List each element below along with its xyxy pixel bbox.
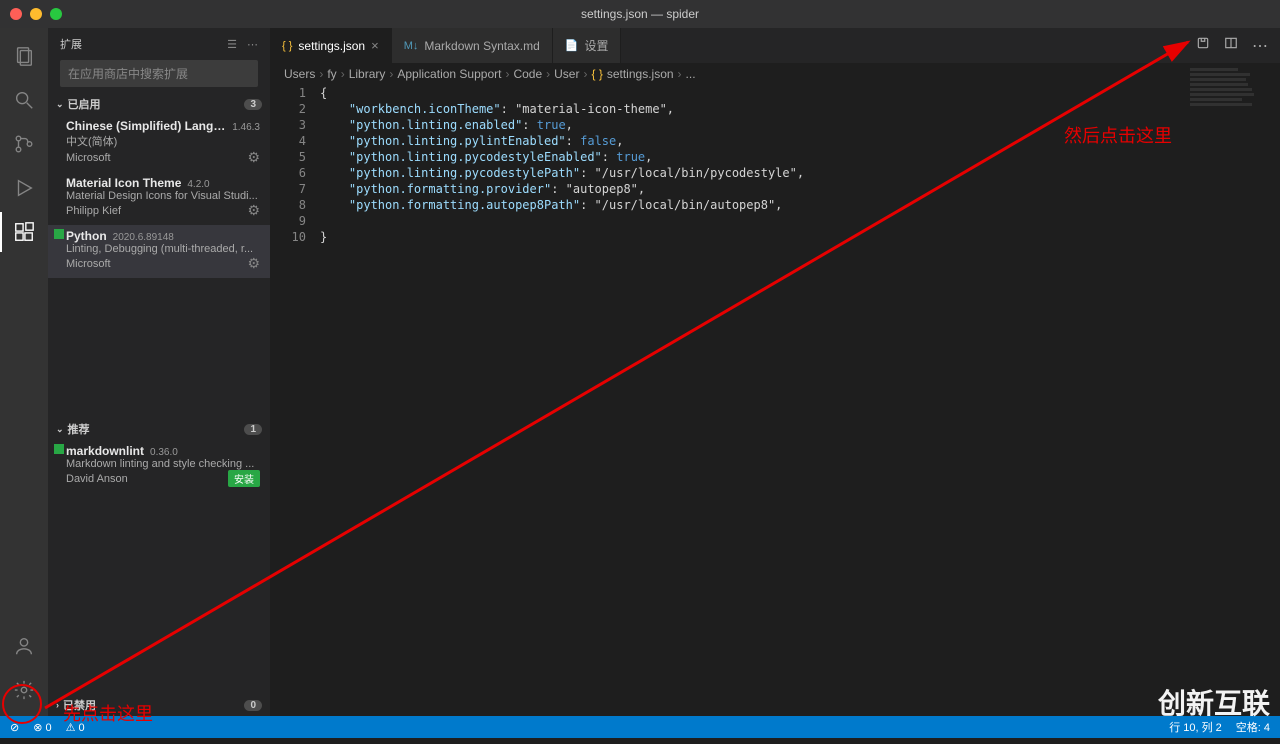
titlebar: settings.json — spider (0, 0, 1280, 28)
extension-item[interactable]: Python 2020.6.89148Linting, Debugging (mu… (48, 225, 270, 278)
extension-description: 中文(简体) (66, 133, 260, 149)
explorer-icon[interactable] (0, 36, 48, 76)
extension-version: 1.46.3 (232, 122, 260, 133)
maximize-window-icon[interactable] (50, 8, 62, 20)
extension-publisher: Philipp Kief (66, 205, 121, 217)
extension-description: Linting, Debugging (multi-threaded, r... (66, 243, 260, 255)
extension-version: 0.36.0 (150, 447, 178, 458)
chevron-down-icon: ⌄ (56, 99, 64, 110)
extension-publisher: Microsoft (66, 152, 111, 164)
chevron-right-icon: › (56, 700, 59, 710)
extension-name: Material Icon Theme (66, 176, 181, 190)
traffic-lights (0, 8, 62, 20)
breadcrumb-item[interactable]: ... (686, 67, 696, 81)
watermark: 创新互联 (1158, 682, 1270, 722)
tabs: { }settings.json×M↓Markdown Syntax.md📄设置… (270, 28, 1280, 63)
section-enabled[interactable]: ⌄ 已启用 3 (48, 93, 270, 115)
breadcrumb-item[interactable]: Code (513, 67, 542, 81)
section-recommended[interactable]: ⌄ 推荐 1 (48, 418, 270, 440)
chevron-down-icon: ⌄ (56, 424, 64, 435)
gear-icon[interactable]: ⚙ (247, 149, 260, 166)
gear-icon[interactable]: ⚙ (247, 255, 260, 272)
search-icon[interactable] (0, 80, 48, 120)
tab-settings-json[interactable]: { }settings.json× (270, 28, 392, 63)
extension-name: Python (66, 229, 107, 243)
code-editor[interactable]: { "workbench.iconTheme": "material-icon-… (320, 85, 804, 245)
extension-name: Chinese (Simplified) Langua... (66, 119, 226, 133)
minimize-window-icon[interactable] (30, 8, 42, 20)
close-tab-icon[interactable]: × (371, 38, 379, 53)
minimap[interactable] (1190, 68, 1270, 118)
extension-publisher: David Anson (66, 473, 128, 485)
sidebar: 扩展 ☰ ⋯ 在应用商店中搜索扩展 ⌄ 已启用 3 Chinese (Simpl… (48, 28, 270, 716)
breadcrumb-item[interactable]: Library (349, 67, 386, 81)
tab-Markdown-Syntax-md[interactable]: M↓Markdown Syntax.md (392, 28, 553, 63)
extension-item[interactable]: markdownlint 0.36.0Markdown linting and s… (48, 440, 270, 493)
annotation-bottom: 先点击这里 (63, 700, 153, 726)
line-numbers: 12345678910 (270, 85, 320, 245)
scm-icon[interactable] (0, 124, 48, 164)
statusbar: ⊘ ⊗ 0 ⚠ 0 行 10, 列 2 空格: 4 (0, 716, 1280, 738)
extensions-icon[interactable] (0, 212, 48, 252)
star-badge-icon (54, 444, 64, 454)
debug-icon[interactable] (0, 168, 48, 208)
breadcrumb[interactable]: Users›fy›Library›Application Support›Cod… (270, 63, 1280, 85)
set-icon: 📄 (565, 39, 579, 52)
extension-version: 4.2.0 (187, 179, 209, 190)
extension-item[interactable]: Chinese (Simplified) Langua... 1.46.3中文(简… (48, 115, 270, 172)
install-button[interactable]: 安装 (228, 470, 260, 487)
md-icon: M↓ (404, 40, 419, 52)
breadcrumb-item[interactable]: fy (327, 67, 336, 81)
split-editor-icon[interactable] (1224, 36, 1238, 55)
breadcrumb-item[interactable]: Application Support (397, 67, 501, 81)
sidebar-title: 扩展 (60, 36, 82, 52)
more-icon[interactable]: ⋯ (247, 38, 258, 51)
gear-icon[interactable]: ⚙ (247, 202, 260, 219)
tab-actions: ⋯ (1184, 28, 1280, 63)
extension-description: Material Design Icons for Visual Studi..… (66, 190, 260, 202)
extension-description: Markdown linting and style checking ... (66, 458, 260, 470)
extension-publisher: Microsoft (66, 258, 111, 270)
errors-count[interactable]: ⊗ 0 (33, 721, 51, 734)
tab--[interactable]: 📄设置 (553, 28, 622, 63)
account-icon[interactable] (0, 626, 48, 666)
close-window-icon[interactable] (10, 8, 22, 20)
sidebar-header: 扩展 ☰ ⋯ (48, 28, 270, 60)
activity-bar (0, 28, 48, 716)
extension-search-input[interactable]: 在应用商店中搜索扩展 (60, 60, 258, 87)
star-badge-icon (54, 229, 64, 239)
open-file-icon[interactable] (1196, 36, 1210, 55)
filter-icon[interactable]: ☰ (227, 38, 237, 51)
extension-version: 2020.6.89148 (113, 232, 174, 243)
json-icon: { } (282, 40, 292, 52)
breadcrumb-item[interactable]: Users (284, 67, 315, 81)
remote-icon[interactable]: ⊘ (10, 721, 19, 734)
breadcrumb-item[interactable]: User (554, 67, 579, 81)
extension-name: markdownlint (66, 444, 144, 458)
window-title: settings.json — spider (581, 7, 699, 21)
annotation-top: 然后点击这里 (1064, 122, 1172, 148)
more-actions-icon[interactable]: ⋯ (1252, 36, 1268, 56)
extension-item[interactable]: Material Icon Theme 4.2.0Material Design … (48, 172, 270, 225)
settings-gear-icon[interactable] (0, 670, 48, 710)
breadcrumb-item[interactable]: settings.json (607, 67, 674, 81)
